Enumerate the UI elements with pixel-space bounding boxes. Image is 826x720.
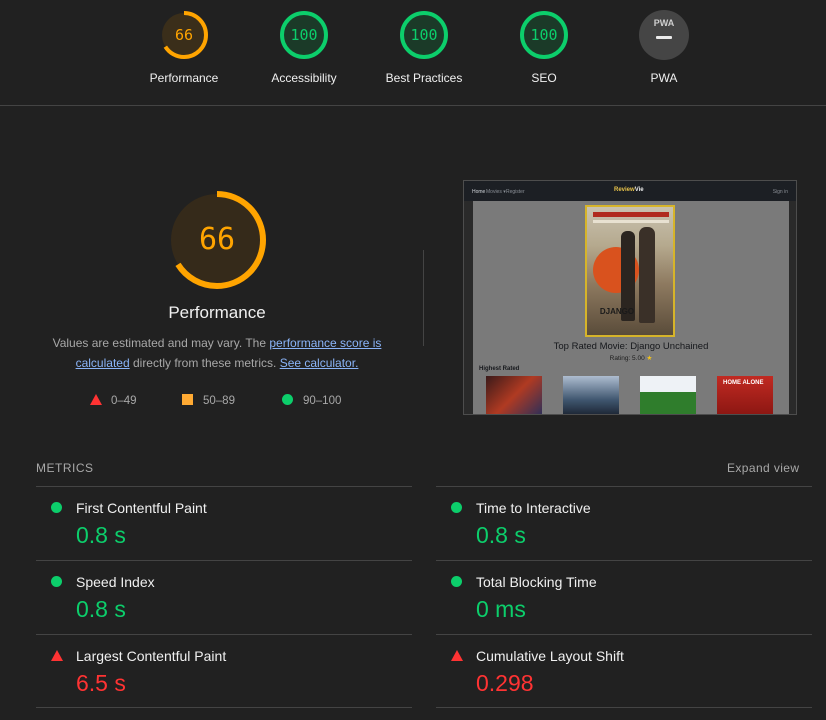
screenshot-page: DJANGO Top Rated Movie: Django Unchained… bbox=[473, 201, 789, 414]
desc-prefix: Values are estimated and may vary. The bbox=[52, 336, 270, 350]
screenshot-nav-home: Home bbox=[472, 189, 486, 195]
seo-score-ring: 100 bbox=[519, 10, 569, 60]
star-icon: ★ bbox=[646, 355, 653, 362]
movie-poster-image: DJANGO bbox=[585, 205, 675, 337]
movie-thumbnail-1 bbox=[486, 376, 542, 414]
metric-name: Cumulative Layout Shift bbox=[476, 648, 624, 664]
performance-label: Performance bbox=[149, 71, 219, 85]
pass-circle-icon bbox=[51, 502, 62, 513]
movie-thumbnail-4: HOME ALONE bbox=[717, 376, 773, 414]
metric-value: 6.5 s bbox=[76, 670, 126, 696]
movie-thumbnail-3 bbox=[640, 376, 696, 414]
pwa-gauge[interactable]: PWA PWA bbox=[604, 10, 724, 85]
metric-name: First Contentful Paint bbox=[76, 500, 207, 516]
screenshot-brand: ReviewVie bbox=[614, 187, 644, 193]
screenshot-nav-signin: Sign in bbox=[772, 189, 788, 195]
pass-circle-icon bbox=[451, 502, 462, 513]
metric-speed-index: Speed Index 0.8 s bbox=[36, 560, 412, 634]
pwa-badge-icon: PWA bbox=[639, 10, 689, 60]
accessibility-label: Accessibility bbox=[271, 71, 337, 85]
pwa-label: PWA bbox=[650, 71, 678, 85]
legend-fail: 0–49 bbox=[90, 394, 137, 410]
accessibility-score-ring: 100 bbox=[279, 10, 329, 60]
fail-triangle-icon bbox=[51, 650, 63, 661]
score-summary: 66 Performance 100 Accessibility 100 Bes… bbox=[0, 0, 826, 106]
metric-value: 0.298 bbox=[476, 670, 534, 696]
metric-time-to-interactive: Time to Interactive 0.8 s bbox=[436, 486, 812, 560]
movie-thumbnail-2 bbox=[563, 376, 619, 414]
metric-name: Time to Interactive bbox=[476, 500, 591, 516]
metric-value: 0.8 s bbox=[76, 522, 126, 548]
score-legend: 0–49 50–89 90–100 bbox=[90, 394, 390, 410]
best-practices-gauge[interactable]: 100 Best Practices bbox=[364, 10, 484, 85]
best-practices-label: Best Practices bbox=[385, 71, 463, 85]
performance-score: 66 bbox=[174, 26, 194, 44]
poster-banner bbox=[593, 212, 669, 217]
metrics-divider-right bbox=[436, 707, 812, 708]
metric-largest-contentful-paint: Largest Contentful Paint 6.5 s bbox=[36, 634, 412, 708]
seo-score: 100 bbox=[530, 26, 558, 44]
accessibility-score: 100 bbox=[290, 26, 318, 44]
pwa-badge-text: PWA bbox=[653, 18, 675, 28]
screenshot-rating-text: Rating: 5.00 bbox=[609, 355, 645, 362]
legend-fail-label: 0–49 bbox=[111, 395, 137, 407]
performance-main-score: 66 bbox=[198, 222, 236, 257]
seo-label: SEO bbox=[531, 71, 557, 85]
legend-average: 50–89 bbox=[182, 394, 235, 410]
vertical-divider bbox=[423, 250, 424, 346]
final-screenshot[interactable]: Home Movies ▾ Register ReviewVie Sign in… bbox=[463, 180, 797, 415]
expand-view-toggle[interactable]: Expand view bbox=[727, 461, 799, 475]
metric-total-blocking-time: Total Blocking Time 0 ms bbox=[436, 560, 812, 634]
metric-value: 0.8 s bbox=[76, 596, 126, 622]
screenshot-highest-rated: Highest Rated bbox=[479, 366, 520, 372]
performance-score-ring: 66 bbox=[159, 10, 209, 60]
average-square-icon bbox=[182, 394, 193, 405]
performance-title: Performance bbox=[168, 303, 266, 322]
seo-gauge[interactable]: 100 SEO bbox=[484, 10, 604, 85]
fail-triangle-icon bbox=[451, 650, 463, 661]
legend-average-label: 50–89 bbox=[203, 395, 235, 407]
screenshot-navbar: Home Movies ▾ Register ReviewVie Sign in bbox=[464, 181, 796, 201]
performance-main-gauge: 66 bbox=[167, 190, 267, 290]
metric-first-contentful-paint: First Contentful Paint 0.8 s bbox=[36, 486, 412, 560]
pwa-dash-icon bbox=[656, 36, 672, 39]
legend-pass-label: 90–100 bbox=[303, 395, 342, 407]
movie-thumbnail-4-title: HOME ALONE bbox=[723, 380, 764, 386]
legend-pass: 90–100 bbox=[282, 394, 341, 410]
pass-circle-icon bbox=[282, 394, 293, 405]
desc-middle: directly from these metrics. bbox=[129, 356, 280, 370]
pass-circle-icon bbox=[51, 576, 62, 587]
metric-name: Largest Contentful Paint bbox=[76, 648, 227, 664]
best-practices-score: 100 bbox=[410, 26, 438, 44]
metric-value: 0 ms bbox=[476, 596, 526, 622]
metrics-heading: METRICS bbox=[36, 461, 94, 475]
pass-circle-icon bbox=[451, 576, 462, 587]
metrics-divider-left bbox=[36, 707, 412, 708]
accessibility-gauge[interactable]: 100 Accessibility bbox=[244, 10, 364, 85]
metric-cumulative-layout-shift: Cumulative Layout Shift 0.298 bbox=[436, 634, 812, 708]
performance-gauge[interactable]: 66 Performance bbox=[124, 10, 244, 85]
screenshot-nav-movies: Movies ▾ bbox=[486, 189, 506, 195]
screenshot-brand-suffix: Vie bbox=[634, 187, 644, 193]
poster-title: DJANGO bbox=[599, 307, 635, 316]
best-practices-score-ring: 100 bbox=[399, 10, 449, 60]
see-calculator-link[interactable]: See calculator. bbox=[280, 356, 359, 370]
screenshot-nav-register: Register bbox=[506, 189, 525, 195]
poster-subbanner bbox=[593, 220, 669, 223]
metric-value: 0.8 s bbox=[476, 522, 526, 548]
screenshot-top-title: Top Rated Movie: Django Unchained bbox=[553, 341, 709, 352]
screenshot-brand-prefix: Review bbox=[614, 187, 635, 193]
metric-name: Total Blocking Time bbox=[476, 574, 597, 590]
fail-triangle-icon bbox=[90, 394, 102, 405]
performance-description: Values are estimated and may vary. The p… bbox=[40, 333, 394, 373]
screenshot-rating: Rating: 5.00 ★ bbox=[473, 354, 789, 362]
metric-name: Speed Index bbox=[76, 574, 155, 590]
